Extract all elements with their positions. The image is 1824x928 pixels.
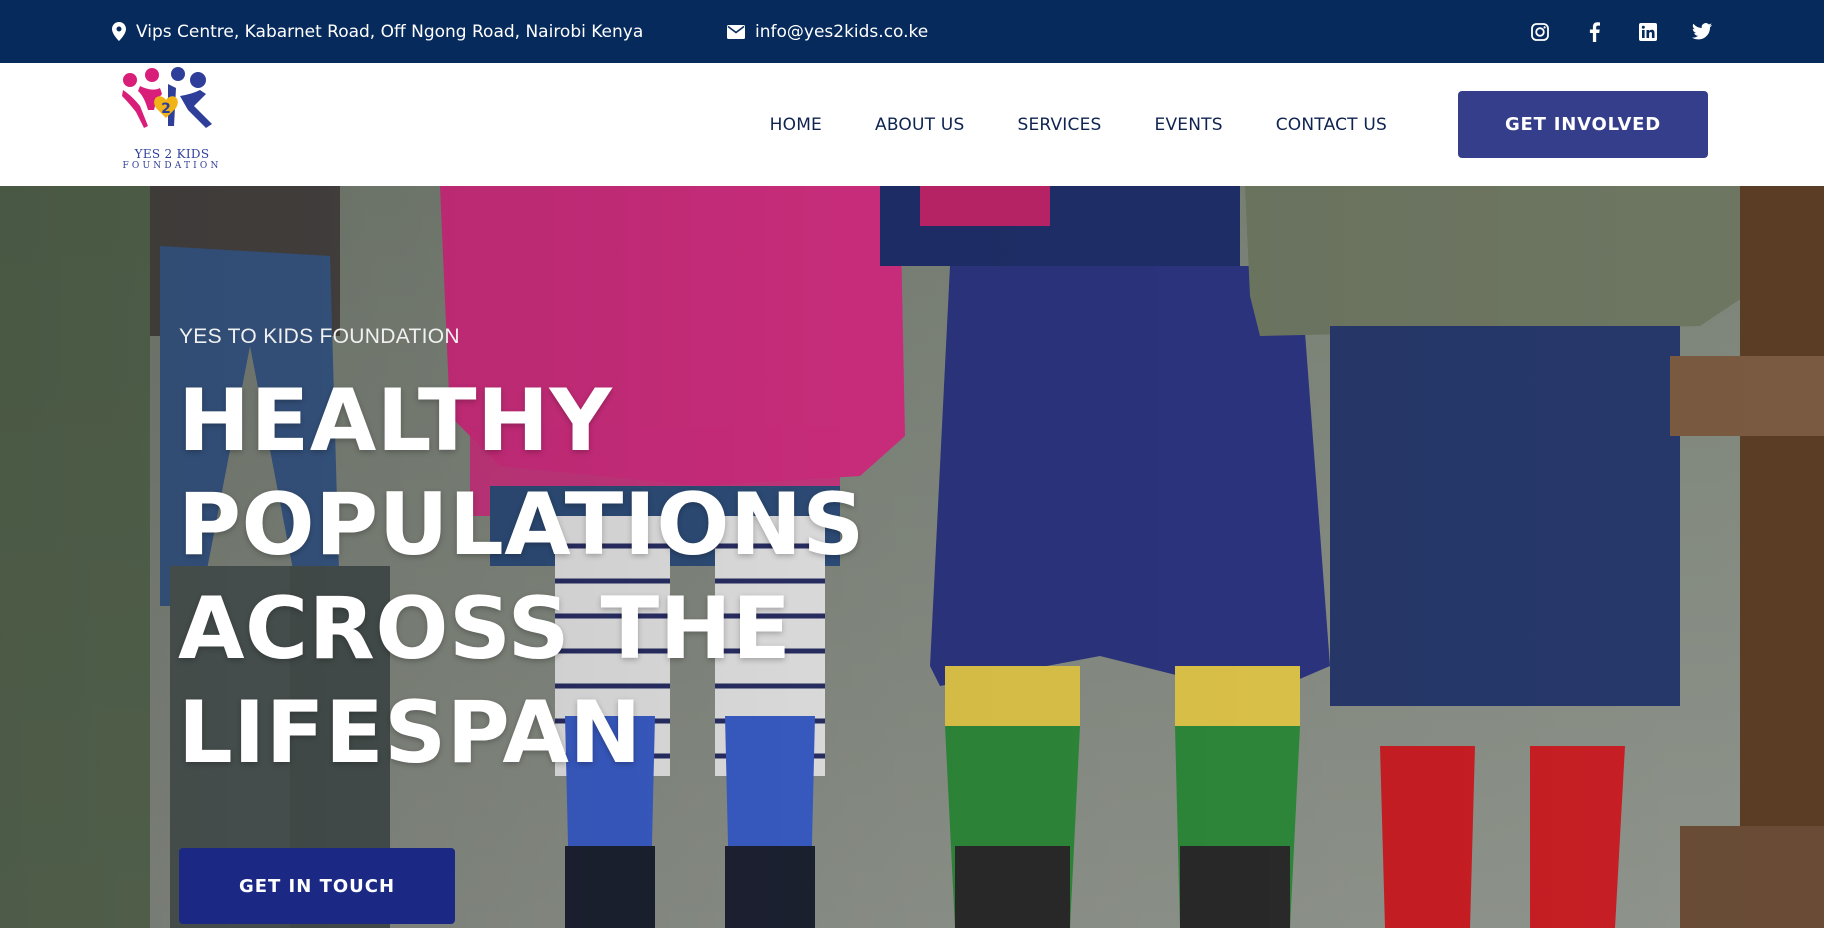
- facebook-icon: [1589, 21, 1600, 42]
- social-links: [1530, 0, 1712, 63]
- nav-events[interactable]: EVENTS: [1155, 115, 1223, 135]
- hero-headline-line: LIFESPAN: [178, 683, 642, 783]
- instagram-icon: [1531, 22, 1549, 41]
- facebook-link[interactable]: [1584, 21, 1604, 42]
- email-text[interactable]: info@yes2kids.co.ke: [755, 22, 928, 42]
- instagram-link[interactable]: [1530, 22, 1550, 42]
- logo-mark-icon: 2: [122, 67, 212, 128]
- twitter-icon: [1692, 23, 1712, 40]
- map-pin-icon: [112, 22, 126, 41]
- nav-about-us[interactable]: ABOUT US: [875, 115, 964, 135]
- logo-text-line1: YES 2 KIDS: [134, 147, 210, 161]
- nav-contact-us[interactable]: CONTACT US: [1276, 115, 1387, 135]
- get-in-touch-button[interactable]: GET IN TOUCH: [179, 848, 455, 924]
- nav-services[interactable]: SERVICES: [1017, 115, 1101, 135]
- logo-text-line2: FOUNDATION: [122, 161, 222, 171]
- site-logo[interactable]: 2 YES 2 KIDS FOUNDATION: [118, 66, 226, 174]
- email-info[interactable]: info@yes2kids.co.ke: [727, 0, 928, 63]
- hero-eyebrow: YES TO KIDS FOUNDATION: [179, 325, 460, 348]
- top-info-bar: Vips Centre, Kabarnet Road, Off Ngong Ro…: [0, 0, 1824, 63]
- hero-headline: HEALTHY POPULATIONS ACROSS THE LIFESPAN: [178, 369, 898, 785]
- address-text: Vips Centre, Kabarnet Road, Off Ngong Ro…: [136, 21, 644, 42]
- get-involved-button[interactable]: GET INVOLVED: [1458, 91, 1708, 158]
- linkedin-link[interactable]: [1638, 22, 1658, 42]
- address-info: Vips Centre, Kabarnet Road, Off Ngong Ro…: [112, 0, 643, 63]
- logo-badge-text: 2: [161, 101, 171, 117]
- main-nav: HOME ABOUT US SERVICES EVENTS CONTACT US: [770, 63, 1387, 186]
- main-header: 2 YES 2 KIDS FOUNDATION HOME ABOUT US SE…: [0, 63, 1824, 186]
- hero-section: YES TO KIDS FOUNDATION HEALTHY POPULATIO…: [0, 186, 1824, 928]
- envelope-icon: [727, 24, 745, 39]
- linkedin-icon: [1639, 22, 1657, 41]
- hero-headline-line: POPULATIONS: [178, 475, 865, 575]
- hero-headline-line: HEALTHY: [178, 371, 613, 471]
- hero-headline-line: ACROSS THE: [178, 579, 792, 679]
- twitter-link[interactable]: [1692, 22, 1712, 42]
- nav-home[interactable]: HOME: [770, 115, 822, 135]
